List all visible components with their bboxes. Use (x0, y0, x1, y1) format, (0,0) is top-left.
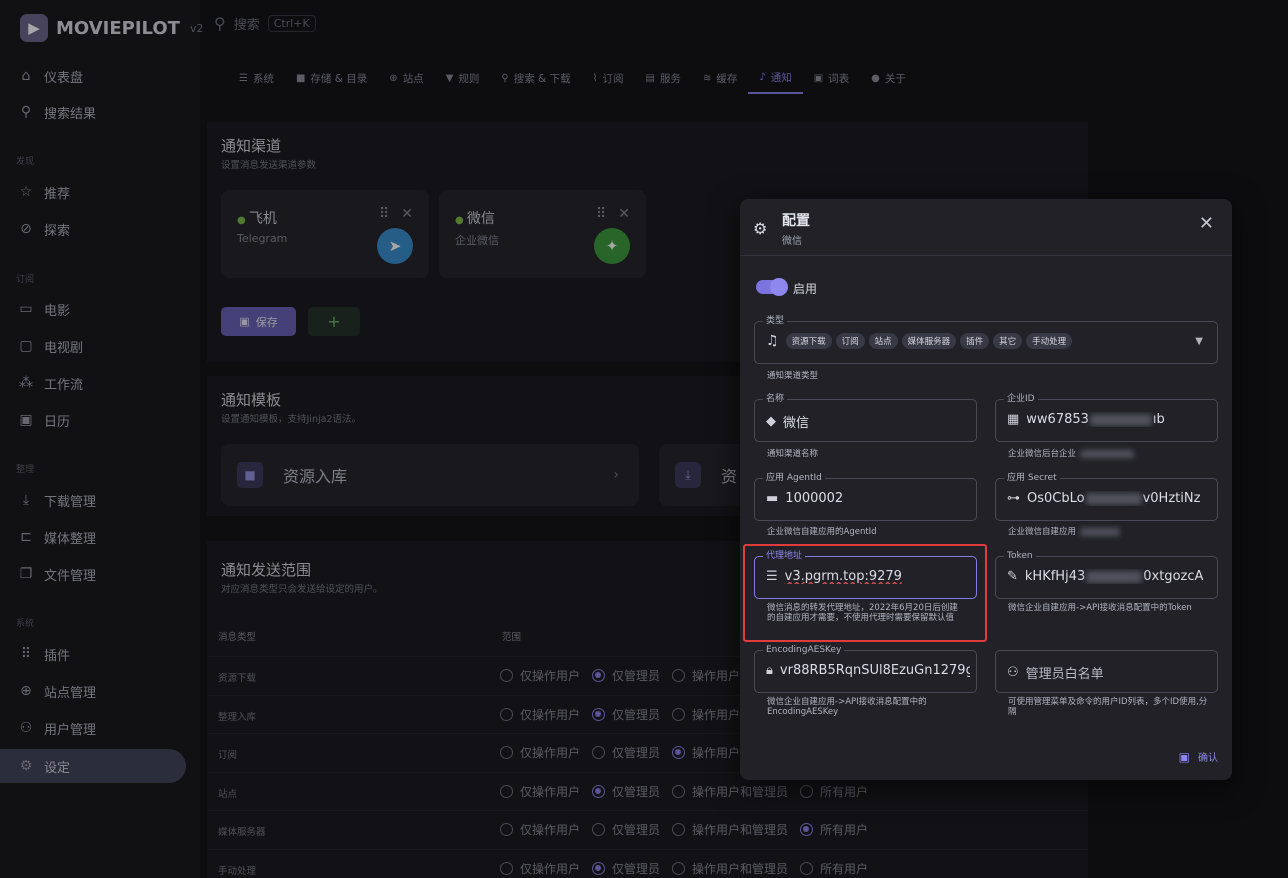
enable-label: 启用 (793, 282, 818, 296)
type-hint: 通知渠道类型 (767, 371, 819, 381)
type-chip[interactable]: 其它 (993, 333, 1023, 349)
redaction-blur (1080, 449, 1135, 458)
secret-field[interactable]: 应用 Secret ⊶ Os0CbLo v0HztiNz (995, 472, 1218, 521)
config-dialog: ⚙ 配置 微信 ✕ 启用 类型 ♫ 资源下载 订阅 站点 媒体服务器 插件 其它 手动处理 … (740, 199, 1232, 780)
type-chip[interactable]: 站点 (868, 333, 898, 349)
secret-value: Os0CbLo (1027, 491, 1085, 506)
wrench-icon: ✎ (1007, 569, 1018, 584)
aes-label: EncodingAESKey (763, 644, 845, 656)
name-label: 名称 (763, 393, 788, 405)
type-label: 类型 (763, 315, 788, 327)
chip-list: 资源下载 订阅 站点 媒体服务器 插件 其它 手动处理 (785, 333, 1077, 349)
token-label: Token (1004, 550, 1036, 562)
corp-id-value-end: ıb (1152, 412, 1165, 427)
aes-hint: 微信企业自建应用->API接收消息配置中的EncodingAESKey (767, 697, 927, 717)
gear-icon: ⚙ (753, 219, 768, 238)
redaction-blur (1086, 570, 1143, 583)
agent-id-value: 1000002 (785, 491, 844, 506)
token-value: kHKfHj43 (1024, 569, 1086, 584)
secret-hint: 企业微信自建应用 (1008, 527, 1077, 537)
type-chip[interactable]: 手动处理 (1026, 333, 1073, 349)
name-value-wrap: ◆ 微信 (766, 412, 809, 431)
dialog-subtitle: 微信 (782, 236, 802, 247)
token-field[interactable]: Token ✎ kHKfHj43 0xtgozcA (995, 550, 1218, 599)
admin-value-wrap: ⚇ 管理员白名单 (1007, 663, 1104, 682)
confirm-button[interactable]: ▣ 确认 (1178, 749, 1218, 765)
aes-value: vr88RB5RqnSUl8EzuGn1279g (779, 663, 970, 678)
enable-toggle[interactable] (756, 278, 788, 296)
dialog-title: 配置 (782, 213, 810, 229)
corp-id-hint-wrap: 企业微信后台企业 (1008, 449, 1135, 459)
type-chips: ♫ 资源下载 订阅 站点 媒体服务器 插件 其它 手动处理 (766, 333, 1076, 349)
secret-value-wrap: ⊶ Os0CbLo v0HztiNz (1007, 491, 1200, 506)
redaction-blur (1085, 492, 1142, 505)
name-value: 微信 (783, 416, 810, 431)
token-value-wrap: ✎ kHKfHj43 0xtgozcA (1007, 569, 1203, 584)
name-field[interactable]: 名称 ◆ 微信 (754, 393, 977, 442)
admin-whitelist-field[interactable]: ⚇ 管理员白名单 (995, 650, 1218, 693)
corp-id-label: 企业ID (1004, 393, 1038, 405)
secret-hint-wrap: 企业微信自建应用 (1008, 527, 1121, 537)
redaction-blur (1089, 413, 1152, 426)
lock-icon: 🔒︎ (766, 663, 773, 678)
agent-id-hint: 企业微信自建应用的AgentId (767, 527, 877, 537)
card-icon: ▬ (766, 491, 779, 506)
redaction-blur (1080, 527, 1121, 536)
token-hint: 微信企业自建应用->API接收消息配置中的Token (1008, 603, 1192, 613)
type-chip[interactable]: 订阅 (835, 333, 865, 349)
token-value-end: 0xtgozcA (1143, 569, 1204, 584)
corp-id-hint: 企业微信后台企业 (1008, 449, 1077, 459)
aes-key-field[interactable]: EncodingAESKey 🔒︎ vr88RB5RqnSUl8EzuGn1279… (754, 644, 977, 693)
type-chip[interactable]: 插件 (960, 333, 990, 349)
corp-id-value-wrap: ▦ ww67853 ıb (1007, 412, 1165, 427)
secret-value-end: v0HztiNz (1142, 491, 1201, 506)
aes-value-wrap: 🔒︎ vr88RB5RqnSUl8EzuGn1279g (766, 663, 970, 678)
corp-id-field[interactable]: 企业ID ▦ ww67853 ıb (995, 393, 1218, 442)
users-icon: ⚇ (1007, 665, 1019, 680)
chevron-down-icon[interactable]: ▼ (1195, 336, 1203, 347)
bell-icon: ♫ (766, 333, 779, 349)
admin-hint: 可使用管理菜单及命令的用户ID列表，多个ID使用,分隔 (1008, 697, 1208, 717)
secret-label: 应用 Secret (1004, 472, 1060, 484)
divider (740, 255, 1232, 256)
agent-id-field[interactable]: 应用 AgentId ▬ 1000002 (754, 472, 977, 521)
type-select[interactable]: 类型 ♫ 资源下载 订阅 站点 媒体服务器 插件 其它 手动处理 ▼ (754, 315, 1218, 364)
close-icon[interactable]: ✕ (1199, 213, 1214, 234)
tag-icon: ◆ (766, 414, 776, 429)
save-icon: ▣ (1178, 749, 1190, 764)
confirm-label: 确认 (1198, 753, 1218, 764)
agent-id-label: 应用 AgentId (763, 472, 825, 484)
corp-id-value: ww67853 (1026, 412, 1089, 427)
type-chip[interactable]: 资源下载 (785, 333, 832, 349)
name-hint: 通知渠道名称 (767, 449, 819, 459)
key-icon: ⊶ (1007, 491, 1020, 506)
agent-id-value-wrap: ▬ 1000002 (766, 491, 843, 506)
highlight-box (743, 544, 987, 642)
building-icon: ▦ (1007, 412, 1020, 427)
admin-whitelist-placeholder: 管理员白名单 (1025, 667, 1104, 682)
type-chip[interactable]: 媒体服务器 (901, 333, 957, 349)
